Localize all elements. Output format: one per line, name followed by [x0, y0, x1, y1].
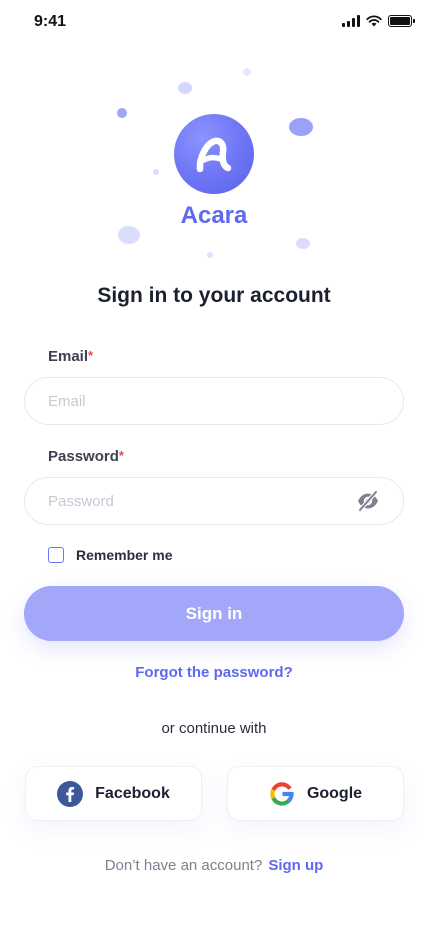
email-label: Email* — [48, 348, 93, 365]
email-label-text: Email — [48, 348, 89, 365]
email-field[interactable] — [24, 377, 404, 425]
remember-me-label[interactable]: Remember me — [76, 547, 173, 563]
required-mark: * — [88, 348, 94, 363]
remember-me-checkbox[interactable] — [48, 547, 64, 563]
status-time: 9:41 — [34, 13, 67, 30]
facebook-icon — [57, 780, 84, 807]
password-label: Password* — [48, 448, 124, 465]
forgot-password-link[interactable]: Forgot the password? — [0, 664, 428, 681]
decorative-blob — [289, 118, 313, 136]
decorative-blob — [153, 169, 159, 175]
signup-prompt: Don’t have an account? Sign up — [0, 857, 428, 874]
signup-prompt-text: Don’t have an account? — [104, 857, 263, 874]
page-title: Sign in to your account — [97, 284, 331, 307]
acara-logo-icon — [196, 137, 232, 173]
wifi-icon — [366, 15, 382, 27]
facebook-label: Facebook — [95, 784, 170, 802]
continue-with-text: or continue with — [161, 720, 267, 737]
facebook-button[interactable]: Facebook — [25, 766, 202, 821]
battery-icon — [388, 15, 415, 27]
google-button[interactable]: Google — [227, 766, 404, 821]
sign-in-screen: 9:41 Acara Sign in to your account Email — [0, 0, 428, 926]
eye-off-icon[interactable] — [356, 490, 380, 512]
decorative-blob — [296, 238, 310, 249]
decorative-blob — [178, 82, 192, 94]
signal-icon — [342, 15, 360, 27]
password-field[interactable] — [24, 477, 404, 525]
google-icon — [270, 781, 294, 806]
app-logo — [174, 114, 254, 194]
decorative-blob — [207, 252, 213, 258]
decorative-blob — [243, 68, 251, 76]
brand-name: Acara — [180, 202, 248, 229]
status-icons — [342, 15, 415, 27]
google-label: Google — [306, 784, 363, 802]
sign-up-link[interactable]: Sign up — [268, 857, 323, 874]
decorative-blob — [117, 108, 127, 118]
required-mark: * — [118, 448, 124, 463]
sign-in-button[interactable]: Sign in — [24, 586, 404, 641]
status-bar: 9:41 — [0, 0, 428, 44]
password-label-text: Password — [48, 448, 119, 465]
